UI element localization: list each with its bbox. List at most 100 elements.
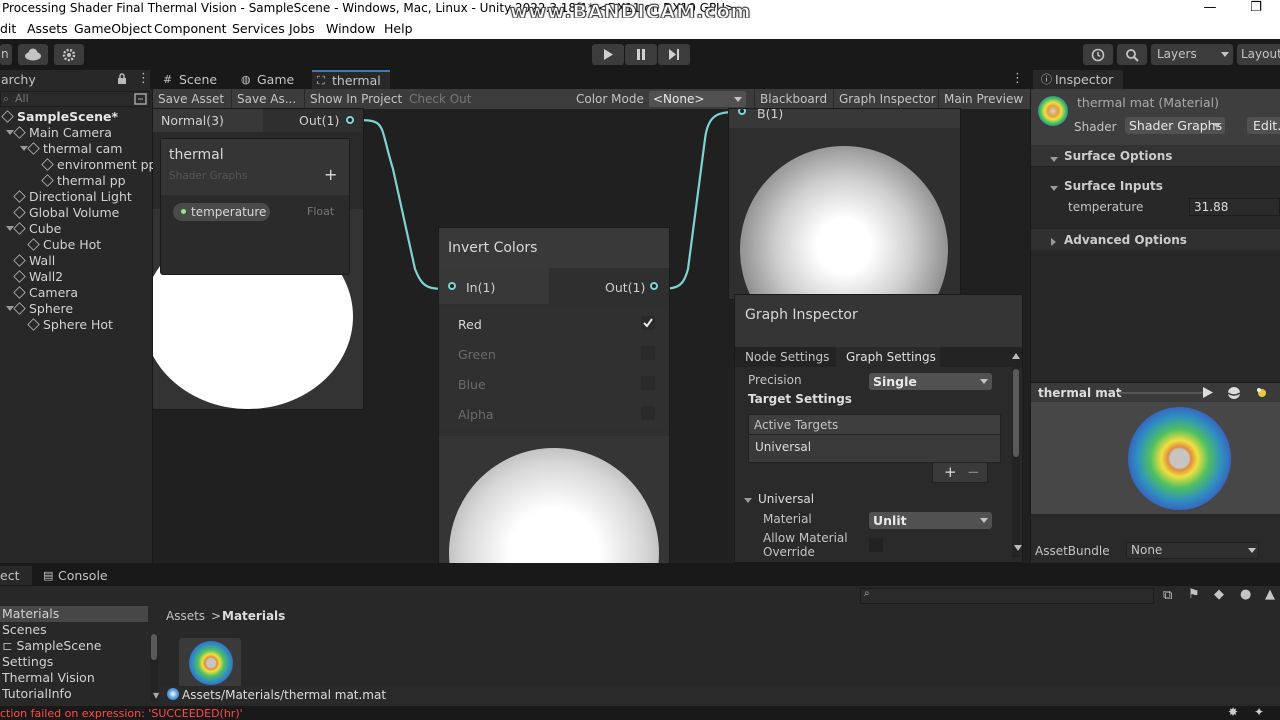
error-message[interactable]: ction failed on expression: 'SUCCEEDED(h… <box>0 707 243 720</box>
settings-button[interactable] <box>54 44 84 65</box>
scroll-up-icon[interactable] <box>1012 353 1020 359</box>
show-in-project-button[interactable]: Show In Project <box>310 92 402 106</box>
play-icon[interactable] <box>1203 387 1213 398</box>
more-options-icon[interactable]: ⋮ <box>137 71 150 86</box>
search-by-label-icon[interactable]: ⚑ <box>1188 587 1200 602</box>
allow-override-checkbox[interactable] <box>869 538 883 552</box>
temperature-field[interactable]: 31.88 <box>1189 198 1280 216</box>
tag-icon[interactable]: ◆ <box>1214 587 1224 602</box>
menu-help[interactable]: Help <box>384 21 413 36</box>
tab-node-settings[interactable]: Node Settings <box>745 350 829 364</box>
minimize-button[interactable]: — <box>1190 0 1230 18</box>
progress-icon[interactable]: ✦ <box>1254 705 1264 719</box>
menu-gameobject[interactable]: GameObject <box>74 21 152 36</box>
surface-inputs-foldout[interactable]: Surface Inputs <box>1031 176 1280 196</box>
tab-game[interactable]: ◍ Game <box>239 70 311 89</box>
more-options-icon[interactable]: ⋮ <box>1011 71 1024 86</box>
menu-services[interactable]: Services <box>232 21 285 36</box>
cloud-button[interactable] <box>18 44 48 65</box>
save-as-button[interactable]: Save As... <box>237 92 296 106</box>
layers-dropdown[interactable]: Layers <box>1151 44 1233 65</box>
channel-alpha-checkbox[interactable] <box>641 406 655 420</box>
channel-green-checkbox[interactable] <box>641 346 655 360</box>
invert-input-port[interactable]: In(1) <box>439 268 549 304</box>
scroll-down-icon[interactable] <box>1014 545 1022 551</box>
search-button[interactable] <box>1117 44 1147 65</box>
restore-button[interactable]: ❐ <box>1236 0 1276 18</box>
layout-dropdown[interactable]: Layout <box>1237 44 1280 65</box>
tab-inspector[interactable]: ⓘ Inspector <box>1033 70 1123 89</box>
light-icon[interactable] <box>1254 385 1270 401</box>
folder-materials[interactable]: Materials <box>0 606 148 622</box>
add-property-button[interactable]: + <box>324 165 337 184</box>
tab-console[interactable]: ▤ Console <box>40 566 120 585</box>
scrollbar-thumb[interactable] <box>151 634 157 660</box>
output-node-port[interactable]: B(1) <box>729 109 960 128</box>
breadcrumb-assets[interactable]: Assets <box>166 609 205 623</box>
invert-node-header[interactable]: Invert Colors <box>439 228 669 268</box>
hierarchy-item[interactable]: Cube <box>0 221 152 237</box>
tab-scene[interactable]: # Scene <box>159 70 237 89</box>
scrollbar-thumb[interactable] <box>1013 369 1019 457</box>
chevron-down-icon[interactable]: ▼ <box>153 691 159 700</box>
check-out-button[interactable]: Check Out <box>409 92 471 106</box>
invert-output-port[interactable]: Out(1) <box>549 268 669 304</box>
main-preview-toggle[interactable]: Main Preview <box>944 92 1023 106</box>
hierarchy-item[interactable]: thermal cam <box>0 141 152 157</box>
sphere-mesh-icon[interactable] <box>1227 386 1241 400</box>
hierarchy-item[interactable]: Global Volume <box>0 205 152 221</box>
asset-thermal-mat[interactable] <box>179 638 241 688</box>
menu-window[interactable]: Window <box>326 21 375 36</box>
target-item-universal[interactable]: Universal <box>755 440 811 454</box>
hierarchy-item[interactable]: Cube Hot <box>0 237 152 253</box>
tab-graph-settings[interactable]: Graph Settings <box>836 347 940 367</box>
hierarchy-item[interactable]: Wall <box>0 253 152 269</box>
input-port-dot[interactable] <box>738 109 746 115</box>
play-button[interactable] <box>592 44 624 65</box>
assetbundle-dropdown[interactable]: None <box>1126 542 1259 559</box>
invert-colors-node[interactable]: Invert Colors In(1) Out(1) Red Green Blu… <box>439 228 669 563</box>
folder-thermal-vision[interactable]: Thermal Vision <box>0 670 95 686</box>
input-port-dot[interactable] <box>448 282 456 290</box>
menu-edit[interactable]: dit <box>0 21 16 36</box>
channel-red-checkbox[interactable] <box>641 316 655 330</box>
universal-foldout[interactable]: Universal <box>735 490 1010 508</box>
account-button[interactable]: n <box>0 44 12 65</box>
hierarchy-item[interactable]: Wall2 <box>0 269 152 285</box>
output-port-dot[interactable] <box>346 116 354 124</box>
menu-jobs[interactable]: Jobs <box>289 21 315 36</box>
menu-assets[interactable]: Assets <box>27 21 68 36</box>
blackboard-toggle[interactable]: Blackboard <box>760 92 827 106</box>
create-icon[interactable] <box>134 93 147 105</box>
color-mode-dropdown[interactable]: <None> <box>649 91 746 107</box>
tab-hierarchy[interactable]: archy <box>0 70 150 89</box>
hierarchy-item[interactable]: Directional Light <box>0 189 152 205</box>
hierarchy-item[interactable]: Camera <box>0 285 152 301</box>
hierarchy-item[interactable]: Sphere <box>0 301 152 317</box>
step-button[interactable] <box>658 44 690 65</box>
precision-dropdown[interactable]: Single <box>869 373 992 390</box>
tab-project[interactable]: ect <box>0 566 32 585</box>
shader-dropdown[interactable]: Shader Graphs <box>1125 117 1225 134</box>
add-target-button[interactable]: + <box>944 463 957 481</box>
material-dropdown[interactable]: Unlit <box>869 512 992 529</box>
output-port-dot[interactable] <box>650 282 658 290</box>
folder-settings[interactable]: Settings <box>0 654 53 670</box>
remove-target-button[interactable]: − <box>967 463 980 481</box>
debug-icon[interactable]: ✸ <box>1228 705 1238 719</box>
search-by-type-icon[interactable]: ⧉ <box>1163 588 1172 603</box>
graph-inspector-toggle[interactable]: Graph Inspector <box>839 92 936 106</box>
output-node[interactable]: B(1) <box>729 109 960 299</box>
lock-icon[interactable] <box>117 73 127 85</box>
hierarchy-item[interactable]: environment pp <box>0 157 156 173</box>
hierarchy-item[interactable]: thermal pp <box>0 173 152 189</box>
project-search[interactable]: ⌕ <box>860 588 1154 604</box>
history-button[interactable] <box>1083 44 1113 65</box>
folder-scenes[interactable]: Scenes <box>0 622 47 638</box>
blackboard-panel[interactable]: thermal Shader Graphs + temperature Floa… <box>160 138 350 275</box>
normal-output-port[interactable]: Out(1) <box>263 109 363 132</box>
edit-shader-button[interactable]: Edit... <box>1247 117 1280 134</box>
hierarchy-search[interactable]: ⌕ All <box>0 91 150 107</box>
hierarchy-item[interactable]: Main Camera <box>0 125 152 141</box>
breadcrumb-materials[interactable]: Materials <box>222 609 285 623</box>
